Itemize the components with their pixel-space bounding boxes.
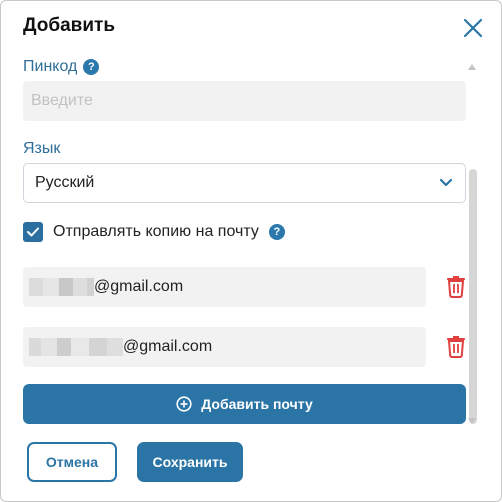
scrollbar-thumb[interactable]	[469, 169, 477, 424]
scroll-down-arrow[interactable]	[467, 417, 477, 425]
trash-icon	[447, 336, 465, 358]
delete-email-button[interactable]	[445, 274, 467, 298]
email-domain: @gmail.com	[123, 338, 213, 355]
close-button[interactable]	[459, 14, 487, 42]
add-dialog: Добавить Пинкод ? Язык Русский Отправлят…	[0, 0, 502, 502]
plus-circle-icon	[176, 396, 192, 412]
delete-email-button[interactable]	[445, 334, 467, 358]
chevron-down-icon	[439, 178, 453, 187]
trash-icon	[447, 276, 465, 298]
check-icon	[27, 227, 39, 237]
dialog-title: Добавить	[23, 15, 116, 36]
language-select[interactable]: Русский	[23, 163, 466, 203]
scroll-up-arrow[interactable]	[467, 63, 477, 71]
help-icon[interactable]: ?	[268, 224, 285, 240]
pin-input[interactable]	[23, 81, 466, 121]
send-copy-row[interactable]: Отправлять копию на почту ?	[23, 222, 285, 242]
language-label-row: Язык	[23, 140, 60, 158]
send-copy-checkbox[interactable]	[23, 222, 43, 242]
send-copy-label: Отправлять копию на почту	[53, 223, 259, 240]
pin-label: Пинкод	[23, 58, 78, 75]
help-icon[interactable]: ?	[83, 59, 100, 75]
add-email-label: Добавить почту	[201, 396, 313, 412]
redacted-email-user	[29, 278, 94, 296]
add-email-button[interactable]: Добавить почту	[23, 384, 466, 424]
pin-label-row: Пинкод ?	[23, 58, 100, 76]
close-icon	[463, 18, 483, 38]
language-select-value: Русский	[35, 174, 95, 191]
language-label: Язык	[23, 140, 61, 157]
save-button[interactable]: Сохранить	[137, 442, 243, 482]
email-row[interactable]: @gmail.com	[23, 327, 426, 367]
redacted-email-user	[29, 338, 123, 356]
email-domain: @gmail.com	[94, 278, 184, 295]
email-row[interactable]: @gmail.com	[23, 267, 426, 307]
cancel-button[interactable]: Отмена	[27, 442, 117, 482]
